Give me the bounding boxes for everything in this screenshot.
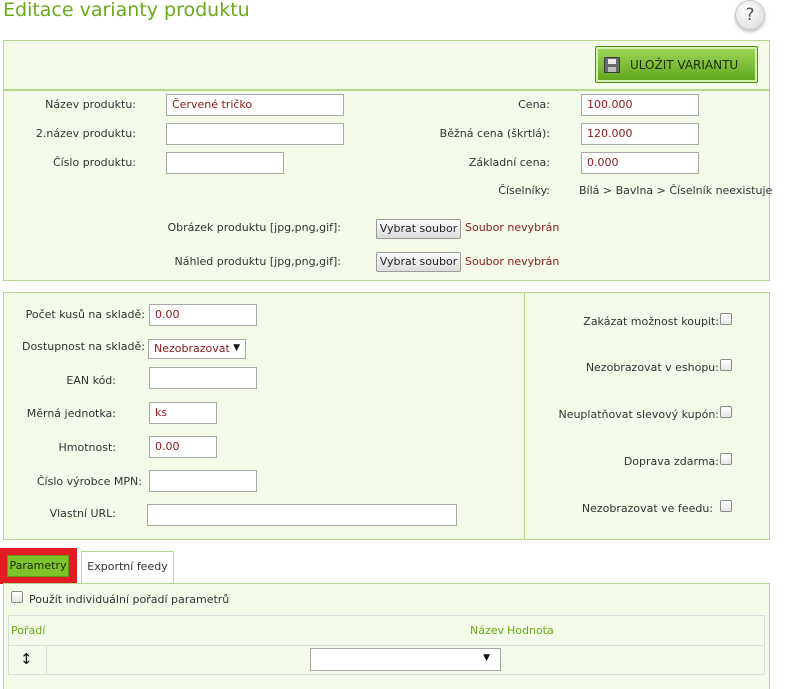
save-variant-button[interactable]: ULOŽIT VARIANTU: [595, 46, 758, 83]
flag-disable-buy-checkbox[interactable]: [720, 313, 732, 325]
availability-label: Dostupnost na skladě:: [21, 340, 145, 353]
flag-hide-feed-label: Nezobrazovat ve feedu:: [581, 502, 713, 515]
flag-free-shipping-checkbox[interactable]: [720, 453, 732, 465]
availability-select[interactable]: Nezobrazovat ▼: [148, 339, 246, 359]
weight-label: Hmotnost:: [58, 441, 116, 454]
base-price-label: Základní cena:: [468, 156, 550, 169]
product-image-label: Obrázek produktu [jpg,png,gif]:: [167, 221, 341, 234]
thumb-choose-file-button[interactable]: Vybrat soubor: [376, 252, 461, 272]
individual-order-label: Použít individuální pořadí parametrů: [29, 593, 230, 606]
save-variant-label: ULOŽIT VARIANTU: [630, 57, 739, 72]
col-name-header: Název: [470, 624, 505, 637]
flag-no-coupon-checkbox[interactable]: [720, 406, 732, 418]
stock-count-label: Počet kusů na skladě:: [25, 308, 145, 321]
flag-hide-eshop-label: Nezobrazovat v eshopu:: [585, 361, 719, 374]
drag-updown-icon[interactable]: ↕: [20, 651, 33, 667]
product-thumb-label: Náhled produktu [jpg,png,gif]:: [174, 255, 342, 268]
product-number-label: Číslo produktu:: [52, 156, 136, 169]
thumb-no-file-text: Soubor nevybrán: [465, 255, 560, 268]
flag-free-shipping-label: Doprava zdarma:: [623, 455, 719, 468]
flag-disable-buy-label: Zakázat možnost koupit:: [583, 315, 719, 328]
image-no-file-text: Soubor nevybrán: [465, 221, 560, 234]
price-input[interactable]: 100.000: [581, 94, 699, 116]
ean-input[interactable]: [149, 367, 257, 389]
image-choose-file-button[interactable]: Vybrat soubor: [376, 219, 461, 239]
weight-input[interactable]: 0.00: [149, 436, 217, 458]
tab-parametry[interactable]: Parametry: [7, 555, 69, 577]
help-button[interactable]: ?: [735, 0, 765, 30]
dropdown-arrow-icon: ▼: [483, 653, 490, 663]
regular-price-input[interactable]: 120.000: [581, 123, 699, 145]
col-value-header: Hodnota: [507, 624, 554, 637]
ean-label: EAN kód:: [66, 374, 116, 387]
product-name2-input[interactable]: [166, 123, 344, 145]
help-icon: ?: [745, 5, 755, 25]
price-label: Cena:: [518, 98, 550, 111]
codelists-value: Bílá > Bavlna > Číselník neexistuje: [579, 184, 773, 197]
flag-hide-feed-checkbox[interactable]: [720, 500, 732, 512]
param-name-select[interactable]: ▼: [310, 648, 501, 671]
availability-select-value: Nezobrazovat: [154, 342, 230, 355]
product-name-input[interactable]: Červené tričko: [166, 94, 344, 116]
base-price-input[interactable]: 0.000: [581, 152, 699, 174]
product-name-label: Název produktu:: [45, 98, 136, 111]
product-name2-label: 2.název produktu:: [35, 127, 136, 140]
dropdown-arrow-icon: ▼: [233, 343, 240, 353]
unit-label: Měrná jednotka:: [26, 407, 116, 420]
regular-price-label: Běžná cena (škrtlá):: [439, 127, 550, 140]
product-number-input[interactable]: [166, 152, 284, 174]
page-title: Editace varianty produktu: [3, 0, 250, 21]
mpn-label: Číslo výrobce MPN:: [36, 475, 142, 488]
codelists-label: Číselníky:: [498, 184, 550, 197]
col-order-header: Pořadí: [11, 624, 46, 637]
floppy-disk-icon: [604, 56, 620, 73]
custom-url-label: Vlastní URL:: [49, 507, 116, 520]
individual-order-checkbox[interactable]: [11, 591, 23, 603]
tab-exportni-feedy[interactable]: Exportní feedy: [81, 551, 174, 583]
custom-url-input[interactable]: [147, 504, 457, 526]
flag-no-coupon-label: Neuplatňovat slevový kupón:: [558, 408, 719, 421]
stock-count-input[interactable]: 0.00: [149, 304, 257, 326]
unit-input[interactable]: ks: [149, 402, 217, 424]
flag-hide-eshop-checkbox[interactable]: [720, 359, 732, 371]
mpn-input[interactable]: [149, 470, 257, 492]
